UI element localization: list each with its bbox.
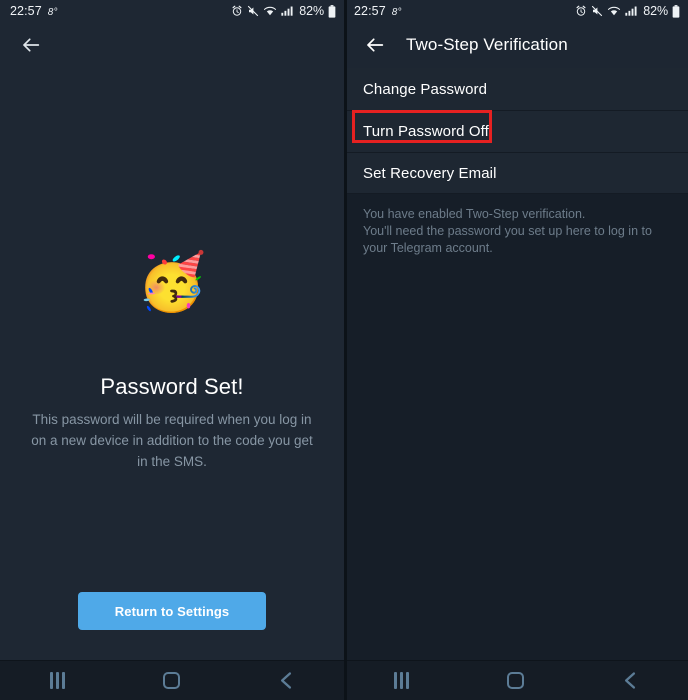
arrow-left-icon[interactable] bbox=[14, 28, 48, 62]
back-button[interactable] bbox=[259, 661, 315, 700]
battery-icon bbox=[672, 4, 680, 18]
partying-face-emoji: 🥳 bbox=[137, 250, 207, 313]
menu-item-label: Change Password bbox=[363, 80, 488, 98]
status-temperature: 8° bbox=[391, 7, 402, 18]
menu-item-label: Set Recovery Email bbox=[363, 165, 497, 182]
recents-button[interactable] bbox=[29, 661, 85, 700]
password-set-content: 🥳 Password Set! This password will be re… bbox=[0, 68, 344, 660]
alarm-icon bbox=[231, 5, 243, 17]
home-icon bbox=[163, 672, 181, 689]
signal-icon bbox=[281, 5, 294, 17]
left-app-bar bbox=[0, 22, 344, 68]
battery-icon bbox=[328, 4, 336, 18]
status-bar-left-cluster: 22:57 8° bbox=[10, 4, 58, 18]
battery-percent-label: 82% bbox=[643, 4, 668, 18]
status-bar-right-cluster: 82% bbox=[231, 4, 336, 18]
page-title: Two-Step Verification bbox=[406, 35, 568, 54]
menu-item-turn-password-off[interactable]: Turn Password Off bbox=[344, 110, 688, 152]
two-step-verification-content: Change Password Turn Password Off Set Re… bbox=[344, 68, 688, 660]
home-button[interactable] bbox=[488, 661, 544, 700]
android-nav-bar-left bbox=[0, 660, 344, 700]
recents-button[interactable] bbox=[373, 661, 429, 700]
menu-item-set-recovery-email[interactable]: Set Recovery Email bbox=[344, 152, 688, 194]
screenshot-root: 22:57 8° 82% 🥳 Password Set! This passwo… bbox=[0, 0, 688, 700]
settings-menu-list: Change Password Turn Password Off Set Re… bbox=[344, 68, 688, 194]
recents-icon bbox=[394, 672, 409, 689]
chevron-left-icon bbox=[622, 671, 639, 690]
wifi-icon bbox=[263, 5, 277, 17]
mute-icon bbox=[591, 5, 603, 17]
battery-percent-label: 82% bbox=[299, 4, 324, 18]
home-icon bbox=[507, 672, 525, 689]
back-button[interactable] bbox=[603, 661, 659, 700]
right-phone-screen: 22:57 8° 82% Two-Step Verification Chang… bbox=[344, 0, 688, 700]
status-bar-left: 22:57 8° 82% bbox=[0, 0, 344, 22]
alarm-icon bbox=[575, 5, 587, 17]
signal-icon bbox=[625, 5, 638, 17]
left-phone-screen: 22:57 8° 82% 🥳 Password Set! This passwo… bbox=[0, 0, 344, 700]
return-to-settings-button[interactable]: Return to Settings bbox=[78, 592, 266, 630]
menu-item-label: Turn Password Off bbox=[363, 123, 489, 140]
android-nav-bar-right bbox=[344, 660, 688, 700]
partying-face-emoji-wrap: 🥳 bbox=[0, 254, 344, 310]
mute-icon bbox=[247, 5, 259, 17]
wifi-icon bbox=[607, 5, 621, 17]
home-button[interactable] bbox=[144, 661, 200, 700]
right-app-bar: Two-Step Verification bbox=[344, 22, 688, 68]
status-bar-right-icons: 82% bbox=[575, 4, 680, 18]
menu-item-change-password[interactable]: Change Password bbox=[344, 68, 688, 110]
recents-icon bbox=[50, 672, 65, 689]
status-time: 22:57 bbox=[10, 4, 42, 18]
status-time: 22:57 bbox=[354, 4, 386, 18]
arrow-left-icon[interactable] bbox=[358, 28, 392, 62]
status-bar-right: 22:57 8° 82% bbox=[344, 0, 688, 22]
page-subtitle: This password will be required when you … bbox=[31, 412, 313, 469]
chevron-left-icon bbox=[278, 671, 295, 690]
footer-note: You have enabled Two-Step verification. … bbox=[344, 194, 688, 660]
status-bar-right-left-cluster: 22:57 8° bbox=[354, 4, 402, 18]
status-temperature: 8° bbox=[47, 7, 58, 18]
page-title: Password Set! bbox=[100, 374, 244, 399]
